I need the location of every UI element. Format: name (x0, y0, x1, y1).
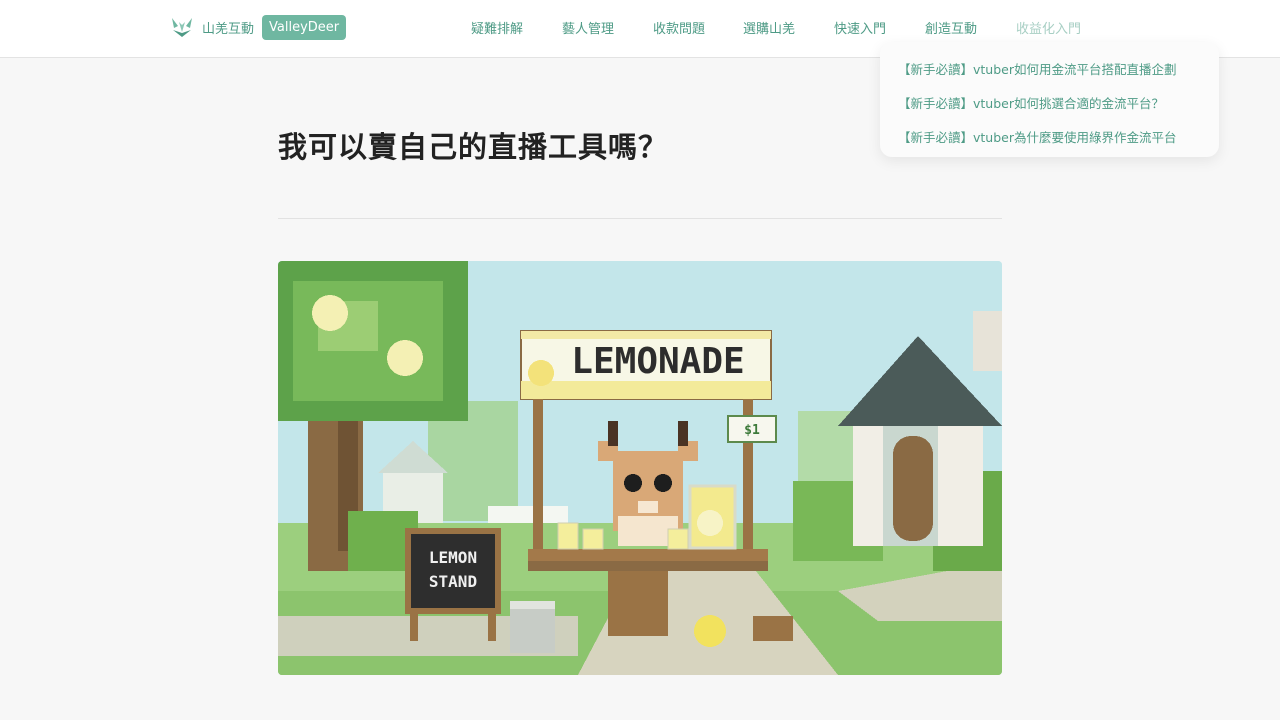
nav-quick-start[interactable]: 快速入門 (834, 18, 886, 37)
nav-payment-issues[interactable]: 收款問題 (653, 18, 705, 37)
nav-monetization[interactable]: 收益化入門 (1016, 18, 1081, 37)
nav-create-interaction[interactable]: 創造互動 (925, 18, 977, 37)
page-title: 我可以賣自己的直播工具嗎？ (278, 130, 669, 164)
nav-troubleshooting[interactable]: 疑難排解 (471, 18, 523, 37)
nav-talent-management[interactable]: 藝人管理 (562, 18, 614, 37)
nav-purchase[interactable]: 選購山羌 (743, 18, 795, 37)
monetization-dropdown-menu: 【新手必讀】vtuber如何用金流平台搭配直播企劃 【新手必讀】vtuber如何… (880, 42, 1219, 157)
dropdown-item[interactable]: 【新手必讀】vtuber如何挑選合適的金流平台？ (898, 93, 1164, 112)
chalkboard-line-2: STAND (429, 572, 477, 591)
price-tag-text: $1 (744, 423, 760, 438)
chalkboard-line-1: LEMON (429, 548, 477, 567)
dropdown-item[interactable]: 【新手必讀】vtuber為什麼要使用綠界作金流平台 (898, 127, 1177, 146)
hero-image: LEMONADE $1 LEMON STAND (278, 261, 1002, 675)
dropdown-item[interactable]: 【新手必讀】vtuber如何用金流平台搭配直播企劃 (898, 59, 1177, 78)
divider (278, 218, 1002, 219)
lemonade-sign-text: LEMONADE (571, 341, 744, 382)
